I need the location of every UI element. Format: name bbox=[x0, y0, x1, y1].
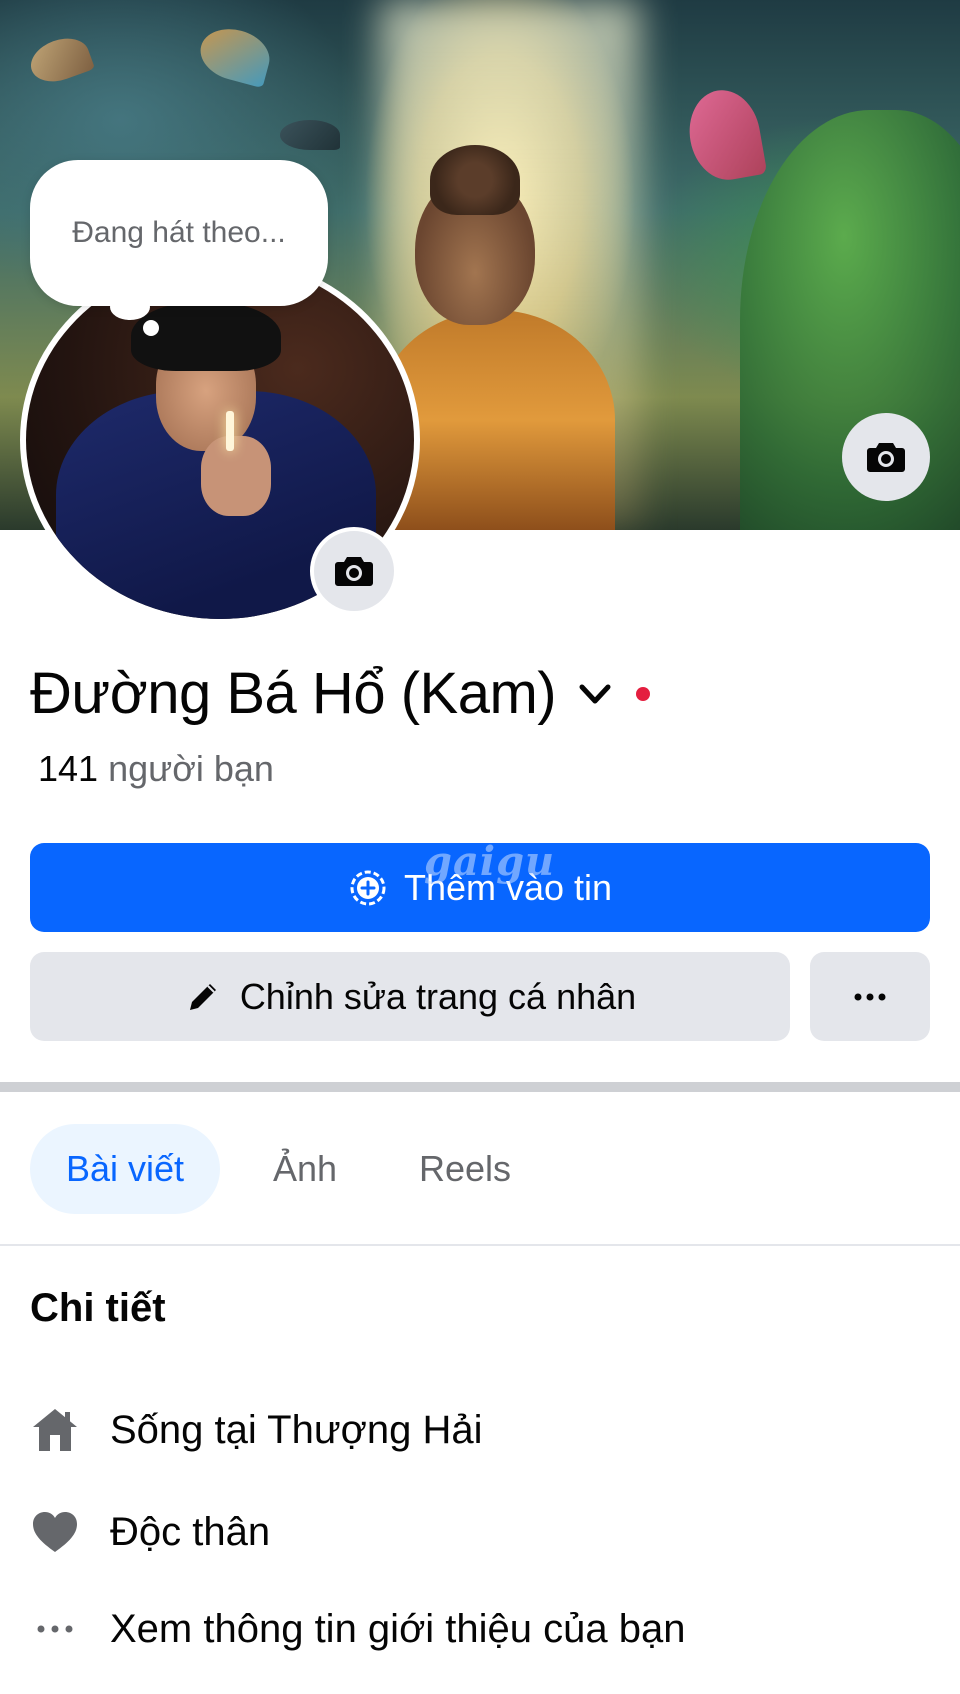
tab-posts[interactable]: Bài viết bbox=[30, 1124, 220, 1214]
profile-name-row: Đường Bá Hổ (Kam) bbox=[30, 660, 651, 727]
tab-reels[interactable]: Reels bbox=[395, 1124, 535, 1214]
cover-camera-button[interactable] bbox=[842, 413, 930, 501]
avatar-hair bbox=[131, 301, 281, 371]
tab-posts-label: Bài viết bbox=[65, 1148, 185, 1189]
tab-reels-label: Reels bbox=[418, 1148, 512, 1189]
tab-photos-label: Ảnh bbox=[272, 1148, 338, 1189]
pencil-icon bbox=[184, 978, 222, 1016]
home-icon bbox=[30, 1405, 80, 1455]
status-note-bubble[interactable]: Đang hát theo... bbox=[30, 160, 328, 306]
details-heading: Chi tiết bbox=[30, 1286, 166, 1330]
butterfly-decoration bbox=[682, 84, 768, 186]
detail-relationship-text: Độc thân bbox=[110, 1509, 271, 1554]
watermark-text: gaigu bbox=[424, 838, 556, 885]
detail-see-about[interactable]: Xem thông tin giới thiệu của bạn bbox=[30, 1599, 686, 1659]
heart-icon bbox=[30, 1507, 80, 1557]
friends-count-label: người bạn bbox=[108, 748, 274, 789]
friends-count[interactable]: 141 người bạn bbox=[38, 748, 274, 790]
tab-photos[interactable]: Ảnh bbox=[240, 1124, 370, 1214]
butterfly-decoration bbox=[24, 30, 96, 90]
detail-relationship[interactable]: Độc thân bbox=[30, 1502, 270, 1562]
edit-profile-label: Chỉnh sửa trang cá nhân bbox=[239, 975, 637, 1017]
avatar-hand bbox=[201, 436, 271, 516]
camera-icon bbox=[335, 557, 373, 586]
more-options-button[interactable] bbox=[810, 952, 930, 1041]
notification-dot bbox=[636, 686, 651, 701]
add-story-icon bbox=[348, 868, 388, 908]
buddha-crown bbox=[430, 145, 520, 215]
avatar-camera-button[interactable] bbox=[310, 527, 398, 615]
detail-lives-in[interactable]: Sống tại Thượng Hải bbox=[30, 1400, 482, 1460]
chevron-down-icon[interactable] bbox=[576, 675, 614, 713]
edit-profile-button[interactable]: Chỉnh sửa trang cá nhân bbox=[30, 952, 790, 1041]
avatar-lighter-flame bbox=[226, 411, 234, 451]
friends-count-number: 141 bbox=[38, 748, 99, 789]
camera-icon bbox=[867, 443, 905, 472]
status-note-text: Đang hát theo... bbox=[72, 216, 286, 249]
butterfly-decoration bbox=[280, 120, 340, 150]
butterfly-decoration bbox=[194, 21, 276, 89]
tabs-divider bbox=[0, 1244, 960, 1246]
profile-name: Đường Bá Hổ (Kam) bbox=[30, 661, 557, 726]
more-horizontal-icon bbox=[30, 1604, 80, 1654]
bubble-tail-large bbox=[110, 294, 150, 320]
detail-lives-in-text: Sống tại Thượng Hải bbox=[110, 1407, 483, 1452]
bubble-tail-small bbox=[143, 320, 159, 336]
detail-see-about-text: Xem thông tin giới thiệu của bạn bbox=[110, 1606, 686, 1651]
section-divider bbox=[0, 1082, 960, 1092]
cover-buddha-figure bbox=[375, 145, 635, 530]
more-horizontal-icon bbox=[854, 993, 886, 1000]
